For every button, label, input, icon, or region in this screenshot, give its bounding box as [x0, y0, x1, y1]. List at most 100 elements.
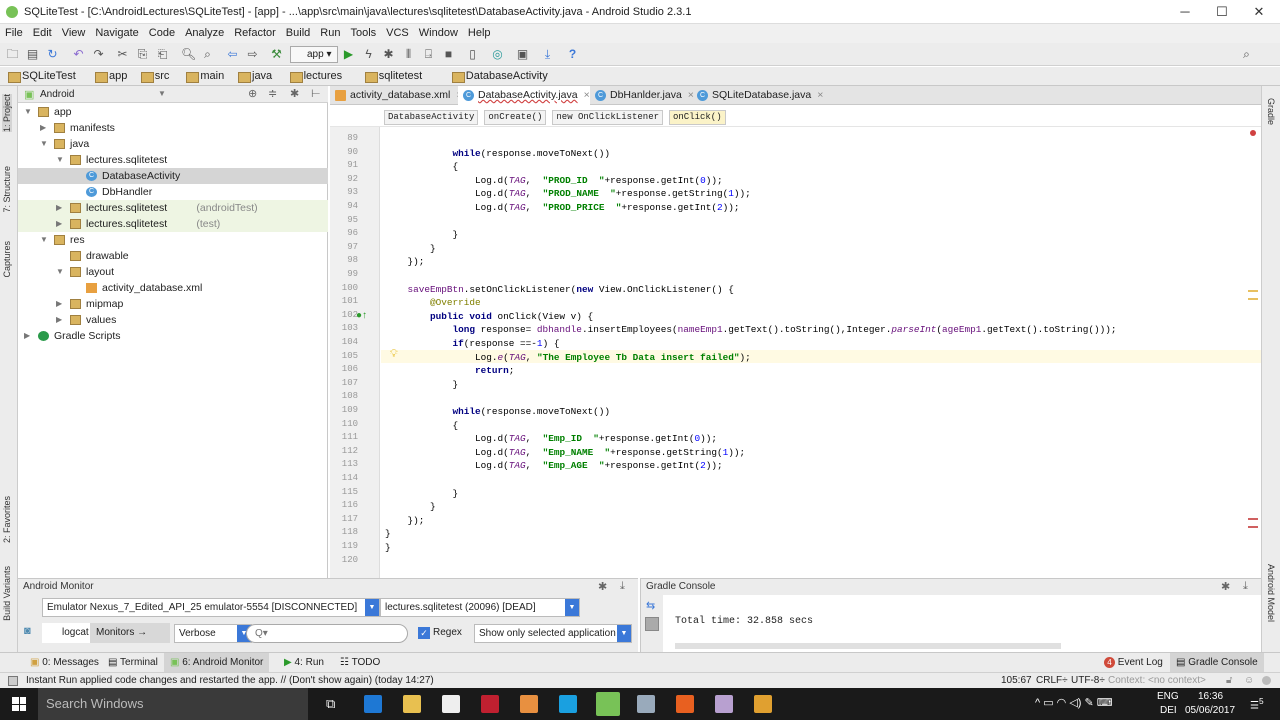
- tree-item[interactable]: ▼ app: [18, 104, 328, 120]
- scroll-from-source-icon[interactable]: ⊕: [248, 87, 257, 100]
- code-line[interactable]: {: [385, 419, 459, 432]
- menu-edit[interactable]: Edit: [28, 24, 57, 39]
- avd-manager-icon[interactable]: ▯: [466, 48, 479, 61]
- code-line[interactable]: long response= dbhandle.insertEmployees(…: [385, 323, 1117, 336]
- close-tab-icon[interactable]: ×: [584, 89, 590, 101]
- tree-item[interactable]: ▶ values: [18, 312, 328, 328]
- tool-tab-event-log[interactable]: 4 Event Log: [1098, 653, 1169, 673]
- code-line[interactable]: Log.d(TAG, "PROD_ID "+response.getInt(0)…: [385, 174, 723, 187]
- task-view-icon[interactable]: ⧉: [326, 696, 335, 712]
- screenshot-icon[interactable]: ◙: [24, 625, 31, 637]
- device-select[interactable]: Emulator Nexus_7_Edited_API_25 emulator-…: [42, 598, 380, 617]
- copy-icon[interactable]: ⎘: [136, 48, 149, 61]
- chevron-icon[interactable]: ▶: [24, 328, 30, 344]
- favorites-tool-tab[interactable]: 2: Favorites: [2, 496, 12, 543]
- menu-run[interactable]: Run: [315, 24, 345, 39]
- chevron-icon[interactable]: ▶: [56, 312, 62, 328]
- project-structure-icon[interactable]: ▣: [516, 48, 529, 61]
- code-line[interactable]: }: [385, 242, 436, 255]
- chevron-icon[interactable]: ▼: [40, 232, 48, 248]
- menu-tools[interactable]: Tools: [345, 24, 381, 39]
- code-line[interactable]: {: [385, 160, 459, 173]
- hide-panel-icon[interactable]: ⤓: [620, 580, 625, 593]
- code-line[interactable]: public void onClick(View v) {: [385, 310, 593, 323]
- tool-tab-messages[interactable]: ▣ 0: Messages: [24, 653, 105, 673]
- code-line[interactable]: }: [385, 527, 391, 540]
- start-button[interactable]: [12, 697, 26, 711]
- tool-tab-gradle-console[interactable]: ▤ Gradle Console: [1170, 653, 1264, 673]
- log-level-select[interactable]: Verbose ▼: [174, 624, 252, 643]
- code-line[interactable]: }: [385, 487, 459, 500]
- project-tool-tab[interactable]: 1: Project: [2, 94, 12, 133]
- code-line[interactable]: }: [385, 500, 436, 513]
- warning-marker[interactable]: [1248, 290, 1258, 300]
- language-indicator[interactable]: ENG: [1157, 691, 1179, 702]
- code-line[interactable]: }: [385, 378, 459, 391]
- save-icon[interactable]: ▤: [26, 48, 39, 61]
- gear-icon[interactable]: ✱: [1221, 580, 1230, 593]
- run-icon[interactable]: ▶: [342, 48, 355, 61]
- tree-item[interactable]: activity_database.xml: [18, 280, 328, 296]
- menu-refactor[interactable]: Refactor: [229, 24, 281, 39]
- skype-icon[interactable]: [559, 695, 577, 713]
- menu-analyze[interactable]: Analyze: [180, 24, 229, 39]
- tool-tab-todo[interactable]: ☷ TODO: [334, 653, 386, 673]
- lightbulb-icon[interactable]: 💡︎: [390, 348, 398, 361]
- tree-item[interactable]: ▼ layout: [18, 264, 328, 280]
- logcat-search-input[interactable]: [246, 624, 408, 643]
- code-line[interactable]: }: [385, 541, 391, 554]
- code-line[interactable]: saveEmpBtn.setOnClickListener(new View.O…: [385, 283, 734, 296]
- tab-monitors[interactable]: Monitors →: [90, 623, 170, 643]
- tab-databaseactivity-java[interactable]: C DatabaseActivity.java ×: [458, 86, 590, 105]
- tab-sqlitedatabase-java[interactable]: C SQLiteDatabase.java ×: [692, 86, 823, 105]
- menu-help[interactable]: Help: [463, 24, 496, 39]
- attach-debugger-icon[interactable]: ⍈: [422, 48, 435, 61]
- filter-select[interactable]: Show only selected application ▼: [474, 624, 632, 643]
- line-separator[interactable]: CRLF÷: [1036, 673, 1068, 688]
- photos-icon[interactable]: [754, 695, 772, 713]
- minimize-button[interactable]: ─: [1170, 4, 1200, 19]
- menu-build[interactable]: Build: [281, 24, 315, 39]
- undo-icon[interactable]: ↶: [72, 48, 85, 61]
- chevron-icon[interactable]: ▶: [56, 216, 62, 232]
- maximize-button[interactable]: ☐: [1207, 4, 1237, 20]
- tab-logcat[interactable]: logcat: [42, 623, 90, 643]
- code-line[interactable]: return;: [385, 364, 514, 377]
- debug-icon[interactable]: ✱: [382, 48, 395, 61]
- process-select[interactable]: lectures.sqlitetest (20096) [DEAD] ▼: [380, 598, 580, 617]
- gear-icon[interactable]: ✱: [598, 580, 607, 593]
- tree-item[interactable]: ▼ java: [18, 136, 328, 152]
- open-icon[interactable]: 🗀: [6, 48, 19, 61]
- chevron-icon[interactable]: ▼: [56, 152, 64, 168]
- gear-icon[interactable]: ✱: [290, 87, 299, 100]
- run-config-select[interactable]: app ▾: [290, 46, 338, 63]
- breadcrumb-sqlitetest[interactable]: SQLiteTest: [8, 70, 76, 83]
- build-variants-tool-tab[interactable]: Build Variants: [2, 566, 12, 621]
- code-line[interactable]: });: [385, 255, 425, 268]
- tree-item[interactable]: ▼ lectures.sqlitetest: [18, 152, 328, 168]
- tab-activity-database-xml[interactable]: activity_database.xml×: [330, 86, 463, 105]
- tool-tab-run[interactable]: ▶ 4: Run: [278, 653, 330, 673]
- close-button[interactable]: ✕: [1244, 4, 1274, 20]
- tool-tab-android-monitor[interactable]: ▣ 6: Android Monitor: [164, 653, 270, 673]
- code-line[interactable]: }: [385, 228, 459, 241]
- sync-gradle-icon[interactable]: ◎: [491, 48, 504, 61]
- file-explorer-icon[interactable]: [403, 695, 421, 713]
- keyboard-indicator[interactable]: DEI: [1160, 705, 1177, 716]
- structure-tool-tab[interactable]: 7: Structure: [2, 166, 12, 213]
- status-message[interactable]: Instant Run applied code changes and res…: [26, 673, 434, 688]
- menu-navigate[interactable]: Navigate: [90, 24, 143, 39]
- tree-item[interactable]: ▼ res: [18, 232, 328, 248]
- profile-icon[interactable]: ⫴: [402, 48, 415, 61]
- breadcrumb-main[interactable]: main: [186, 70, 224, 83]
- apply-changes-icon[interactable]: ϟ: [362, 48, 375, 61]
- lock-icon[interactable]: 🔓︎: [1226, 673, 1232, 688]
- replace-icon[interactable]: ⌕: [201, 48, 214, 61]
- breadcrumb-src[interactable]: src: [140, 70, 169, 83]
- clock-date[interactable]: 05/06/2017: [1185, 705, 1235, 716]
- tree-item[interactable]: C DbHandler: [18, 184, 328, 200]
- paste-icon[interactable]: ⎗: [156, 48, 169, 61]
- code-line[interactable]: Log.d(TAG, "Emp_ID "+response.getInt(0))…: [385, 432, 717, 445]
- chevron-icon[interactable]: ▼: [24, 104, 32, 120]
- chevron-down-icon[interactable]: ▼: [158, 89, 166, 98]
